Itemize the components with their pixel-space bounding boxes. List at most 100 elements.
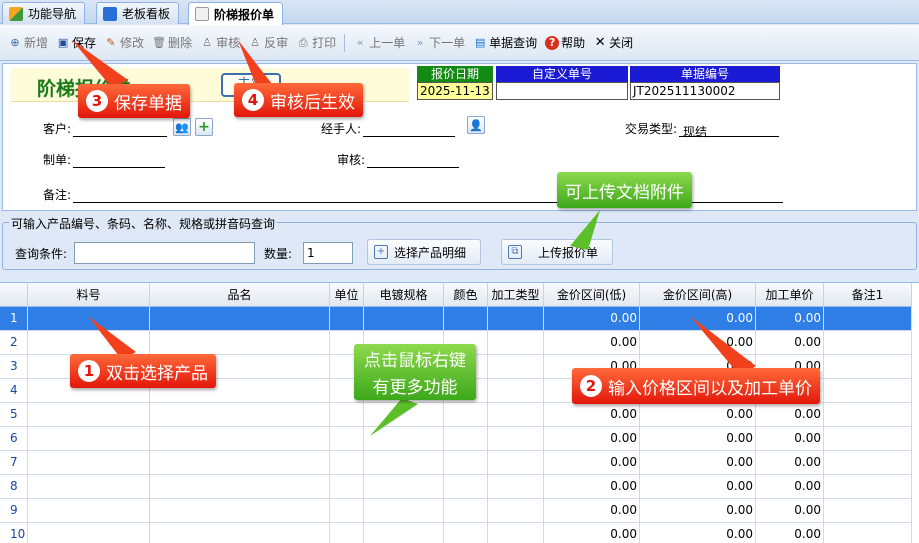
quantity-input[interactable]: 1 [303,242,353,264]
table-cell[interactable] [444,523,488,543]
table-cell[interactable]: 0.00 [756,523,824,543]
table-cell[interactable] [488,475,544,498]
table-cell[interactable] [488,355,544,378]
table-cell[interactable] [824,427,912,450]
table-cell[interactable] [444,427,488,450]
help-button[interactable]: ? 帮助 [541,32,589,54]
tab-dashboard[interactable]: 老板看板 [96,2,180,24]
table-cell[interactable] [28,331,150,354]
table-cell[interactable]: 0.00 [544,523,640,543]
table-cell[interactable] [28,451,150,474]
unaudit-button[interactable]: ♙ 反审 [244,32,292,54]
table-cell[interactable] [330,475,364,498]
table-cell[interactable] [330,307,364,330]
table-cell[interactable] [150,499,330,522]
table-cell[interactable]: 0.00 [640,307,756,330]
column-header[interactable]: 加工类型 [488,283,544,307]
column-header[interactable]: 品名 [150,283,330,307]
table-row[interactable]: 6 0.00 0.00 0.00 [0,427,912,451]
table-cell[interactable] [28,403,150,426]
table-cell[interactable] [824,307,912,330]
prev-button[interactable]: « 上一单 [349,32,409,54]
column-header[interactable]: 颜色 [444,283,488,307]
table-cell[interactable]: 0.00 [756,403,824,426]
table-cell[interactable]: 0.00 [544,427,640,450]
table-cell[interactable] [28,499,150,522]
table-cell[interactable]: 0.00 [544,499,640,522]
table-cell[interactable] [364,475,444,498]
table-cell[interactable] [364,403,444,426]
table-cell[interactable] [824,451,912,474]
table-cell[interactable]: 0.00 [640,451,756,474]
edit-button[interactable]: ✎ 修改 [100,32,148,54]
table-cell[interactable] [150,451,330,474]
table-cell[interactable] [150,523,330,543]
table-cell[interactable] [150,475,330,498]
table-cell[interactable] [488,307,544,330]
table-cell[interactable] [150,331,330,354]
table-cell[interactable]: 0.00 [756,499,824,522]
table-cell[interactable] [488,427,544,450]
table-row[interactable]: 8 0.00 0.00 0.00 [0,475,912,499]
table-cell[interactable] [364,499,444,522]
table-cell[interactable]: 0.00 [756,451,824,474]
table-cell[interactable]: 0.00 [544,403,640,426]
table-row[interactable]: 1 0.00 0.00 0.00 [0,307,912,331]
customer-input[interactable] [73,123,168,137]
table-cell[interactable] [488,451,544,474]
table-cell[interactable] [150,307,330,330]
table-cell[interactable]: 0.00 [640,475,756,498]
table-cell[interactable] [330,499,364,522]
quote-date-field[interactable]: 2025-11-13 [417,82,493,100]
column-header[interactable]: 加工单价 [756,283,824,307]
table-cell[interactable] [364,307,444,330]
table-cell[interactable]: 0.00 [640,523,756,543]
trade-type-select[interactable]: 现结 [679,123,780,139]
handler-lookup-icon[interactable]: 👤 [467,116,485,134]
table-cell[interactable] [488,523,544,543]
table-cell[interactable] [330,427,364,450]
table-cell[interactable] [488,499,544,522]
table-cell[interactable]: 0.00 [640,427,756,450]
table-cell[interactable] [488,403,544,426]
table-cell[interactable] [330,451,364,474]
column-header[interactable]: 金价区间(高) [640,283,756,307]
table-cell[interactable] [330,523,364,543]
audit-button[interactable]: ♙ 审核 [196,32,244,54]
customer-lookup-icon[interactable]: 👥 [173,118,191,136]
table-cell[interactable] [28,475,150,498]
search-input[interactable] [74,242,255,264]
table-cell[interactable]: 0.00 [756,427,824,450]
table-cell[interactable]: 0.00 [756,331,824,354]
save-button[interactable]: ▣ 保存 [52,32,100,54]
new-button[interactable]: ⊕ 新增 [4,32,52,54]
column-header[interactable]: 料号 [28,283,150,307]
delete-button[interactable]: 🗑 删除 [148,32,196,54]
table-cell[interactable]: 0.00 [544,475,640,498]
table-cell[interactable] [824,523,912,543]
table-cell[interactable] [488,331,544,354]
table-cell[interactable] [330,403,364,426]
close-button[interactable]: ✕ 关闭 [589,32,637,54]
column-header[interactable]: 单位 [330,283,364,307]
query-button[interactable]: ▤ 单据查询 [469,32,541,54]
table-cell[interactable] [444,451,488,474]
table-cell[interactable] [28,307,150,330]
table-cell[interactable] [444,307,488,330]
table-cell[interactable] [444,499,488,522]
next-button[interactable]: » 下一单 [409,32,469,54]
table-cell[interactable]: 0.00 [544,451,640,474]
table-cell[interactable] [824,499,912,522]
table-row[interactable]: 10 0.00 0.00 0.00 [0,523,912,543]
table-cell[interactable]: 0.00 [756,475,824,498]
column-header[interactable]: 电镀规格 [364,283,444,307]
table-cell[interactable] [824,331,912,354]
table-cell[interactable] [824,403,912,426]
table-cell[interactable] [364,427,444,450]
table-cell[interactable] [824,355,912,378]
select-product-button[interactable]: + 选择产品明细 [367,239,481,265]
column-header[interactable] [0,283,28,307]
table-cell[interactable] [824,379,912,402]
table-row[interactable]: 5 0.00 0.00 0.00 [0,403,912,427]
handler-input[interactable] [363,123,456,137]
